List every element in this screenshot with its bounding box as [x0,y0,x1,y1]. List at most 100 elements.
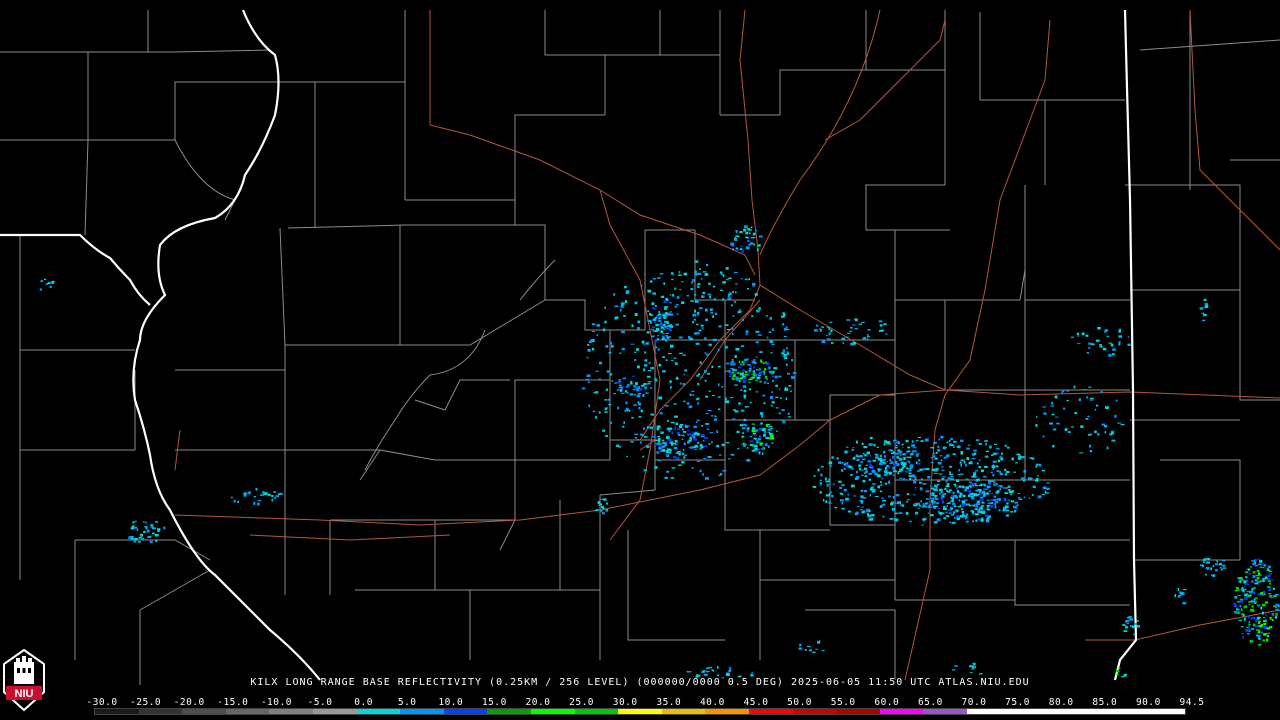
echo-pixel [841,507,845,510]
echo-pixel [732,291,734,294]
echo-pixel [781,352,785,355]
echo-pixel [925,468,930,471]
echo-pixel [966,447,970,450]
echo-pixel [958,499,961,502]
echo-pixel [704,337,707,340]
echo-pixel [950,478,954,481]
echo-pixel [1269,595,1273,598]
echo-pixel [1051,413,1055,416]
echo-pixel [763,377,767,379]
echo-pixel [1126,623,1129,625]
echo-pixel [640,441,642,444]
echo-pixel [678,270,681,274]
echo-pixel [647,289,651,293]
echo-pixel [1258,621,1261,624]
echo-pixel [951,521,956,524]
echo-pixel [1240,608,1243,612]
echo-pixel [1017,492,1021,494]
echo-pixel [1004,492,1009,494]
echo-pixel [1233,602,1237,606]
echo-pixel [872,483,876,485]
echo-pixel [778,375,782,378]
echo-pixel [136,528,139,531]
echo-pixel [695,332,700,335]
echo-pixel [692,390,694,392]
echo-pixel [971,458,976,460]
echo-pixel [876,474,881,478]
echo-pixel [598,411,601,414]
echo-pixel [1256,570,1260,573]
echo-pixel [705,671,710,673]
echo-pixel [757,438,761,441]
echo-pixel [846,497,849,501]
echo-pixel [595,370,599,372]
echo-pixel [735,369,738,372]
echo-pixel [730,304,733,307]
echo-pixel [726,329,731,331]
echo-pixel [782,422,786,424]
echo-pixel [681,438,684,440]
scale-label: -5.0 [307,697,333,708]
echo-pixel [749,365,752,368]
echo-pixel [662,314,665,317]
echo-pixel [1269,626,1273,629]
echo-pixel [935,502,939,505]
echo-pixel [943,517,947,520]
echo-pixel [864,475,868,478]
echo-pixel [978,442,982,445]
echo-pixel [764,443,768,447]
echo-pixel [759,380,762,383]
echo-pixel [698,329,702,331]
echo-pixel [1245,583,1249,585]
echo-pixel [742,444,746,447]
echo-pixel [881,497,884,499]
echo-pixel [1029,477,1033,480]
echo-pixel [707,373,710,375]
echo-pixel [672,293,675,297]
echo-pixel [755,429,758,432]
scale-label: 10.0 [438,697,464,708]
echo-pixel [970,510,972,512]
echo-pixel [1262,639,1265,642]
echo-pixel [1077,335,1080,337]
echo-pixel [654,466,658,469]
echo-pixel [702,291,705,294]
echo-pixel [683,374,685,376]
echo-pixel [1254,582,1259,585]
echo-pixel [741,345,745,348]
scale-label: 60.0 [874,697,900,708]
echo-pixel [1250,628,1255,630]
echo-pixel [863,467,867,470]
echo-pixel [741,435,744,438]
echo-pixel [1259,559,1263,563]
echo-pixel [132,521,135,524]
echo-pixel [644,387,647,390]
echo-pixel [996,452,999,454]
echo-pixel [700,278,703,280]
echo-pixel [722,281,726,284]
echo-pixel [785,328,790,331]
echo-pixel [1252,575,1256,578]
echo-pixel [256,502,260,506]
echo-pixel [977,518,980,521]
scale-swatch [618,709,662,714]
echo-pixel [155,539,158,543]
echo-pixel [951,513,955,516]
echo-pixel [990,493,994,495]
echo-pixel [1083,389,1087,391]
echo-pixel [605,345,609,348]
echo-pixel [683,442,686,446]
echo-pixel [716,674,719,677]
echo-pixel [692,279,695,282]
echo-pixel [1239,580,1242,584]
echo-pixel [756,248,759,252]
echo-pixel [271,495,274,497]
echo-pixel [892,474,895,476]
echo-pixel [760,359,762,363]
echo-pixel [745,333,748,336]
echo-pixel [1023,470,1027,473]
echo-pixel [634,313,638,316]
echo-pixel [1243,605,1248,609]
echo-pixel [956,486,959,490]
echo-pixel [1253,586,1256,589]
